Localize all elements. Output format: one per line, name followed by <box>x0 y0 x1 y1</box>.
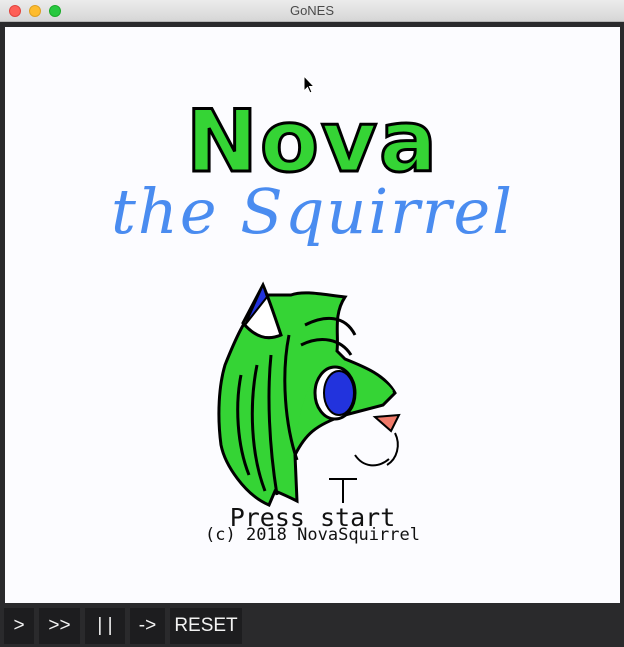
game-title-subtitle: the Squirrel <box>111 175 514 248</box>
copyright-notice: (c) 2018 NovaSquirrel <box>205 525 420 545</box>
reset-button[interactable]: RESET <box>170 608 242 644</box>
pause-button[interactable]: | | <box>85 608 125 644</box>
window-title: GoNES <box>289 3 335 18</box>
emulator-toolbar: > >> | | -> RESET <box>0 605 624 647</box>
game-screen[interactable]: Nova the Squirrel Press start (c) 2018 N… <box>5 27 620 603</box>
fast-forward-button[interactable]: >> <box>39 608 80 644</box>
play-button[interactable]: > <box>4 608 34 644</box>
step-frame-button[interactable]: -> <box>130 608 165 644</box>
game-title-nova: Nova <box>184 92 440 192</box>
squirrel-character-icon <box>217 281 401 507</box>
title-bar: GoNES <box>0 0 624 22</box>
